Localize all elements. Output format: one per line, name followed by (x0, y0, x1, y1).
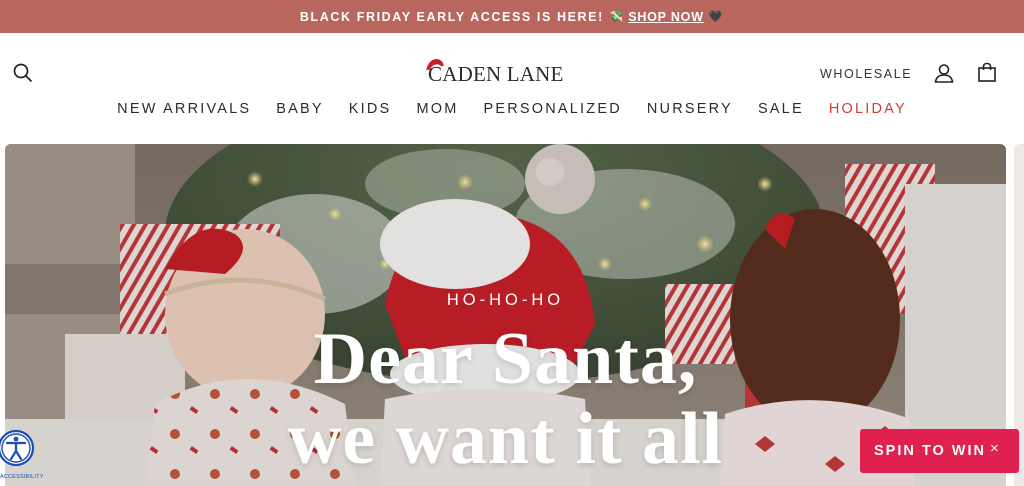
close-icon[interactable]: × (990, 440, 999, 457)
nav-nursery[interactable]: NURSERY (647, 101, 733, 117)
promo-text: BLACK FRIDAY EARLY ACCESS IS HERE! (299, 9, 604, 24)
account-icon[interactable] (932, 61, 956, 85)
nav-sale[interactable]: SALE (758, 101, 804, 117)
site-header: CADEN LANE WHOLESALE NEW ARRIVALS BABY K… (0, 33, 1024, 141)
cart-icon[interactable] (975, 60, 999, 84)
accessibility-label: ACCESSIBILITY (0, 474, 44, 480)
hero-title: Dear Santa, we want it all (5, 319, 1006, 479)
logo[interactable]: CADEN LANE (424, 59, 594, 89)
nav-holiday[interactable]: HOLIDAY (829, 101, 907, 117)
nav-mom[interactable]: MOM (416, 101, 458, 117)
nav-personalized[interactable]: PERSONALIZED (483, 101, 621, 117)
nav-baby[interactable]: BABY (276, 101, 324, 117)
promo-bar: BLACK FRIDAY EARLY ACCESS IS HERE! 💸 SHO… (0, 0, 1024, 33)
search-icon[interactable] (11, 61, 35, 85)
spin-to-win-button[interactable]: SPIN TO WIN × (860, 429, 1019, 473)
logo-text: CADEN LANE (428, 61, 564, 86)
money-icon: 💸 (609, 11, 626, 23)
hero-banner[interactable]: HO-HO-HO Dear Santa, we want it all (5, 144, 1006, 486)
shop-now-link[interactable]: SHOP NOW (628, 10, 704, 24)
accessibility-button[interactable] (0, 423, 38, 473)
hero-title-line1: Dear Santa, (313, 318, 698, 400)
hero-eyebrow: HO-HO-HO (446, 291, 565, 309)
nav-kids[interactable]: KIDS (349, 101, 392, 117)
main-nav: NEW ARRIVALS BABY KIDS MOM PERSONALIZED … (0, 101, 1024, 117)
nav-new-arrivals[interactable]: NEW ARRIVALS (117, 101, 251, 117)
accessibility-icon (0, 429, 35, 467)
heart-icon: 🖤 (708, 11, 725, 23)
wholesale-link[interactable]: WHOLESALE (820, 67, 912, 81)
spin-to-win-label: SPIN TO WIN (874, 443, 986, 459)
hero-title-line2: we want it all (287, 398, 724, 480)
